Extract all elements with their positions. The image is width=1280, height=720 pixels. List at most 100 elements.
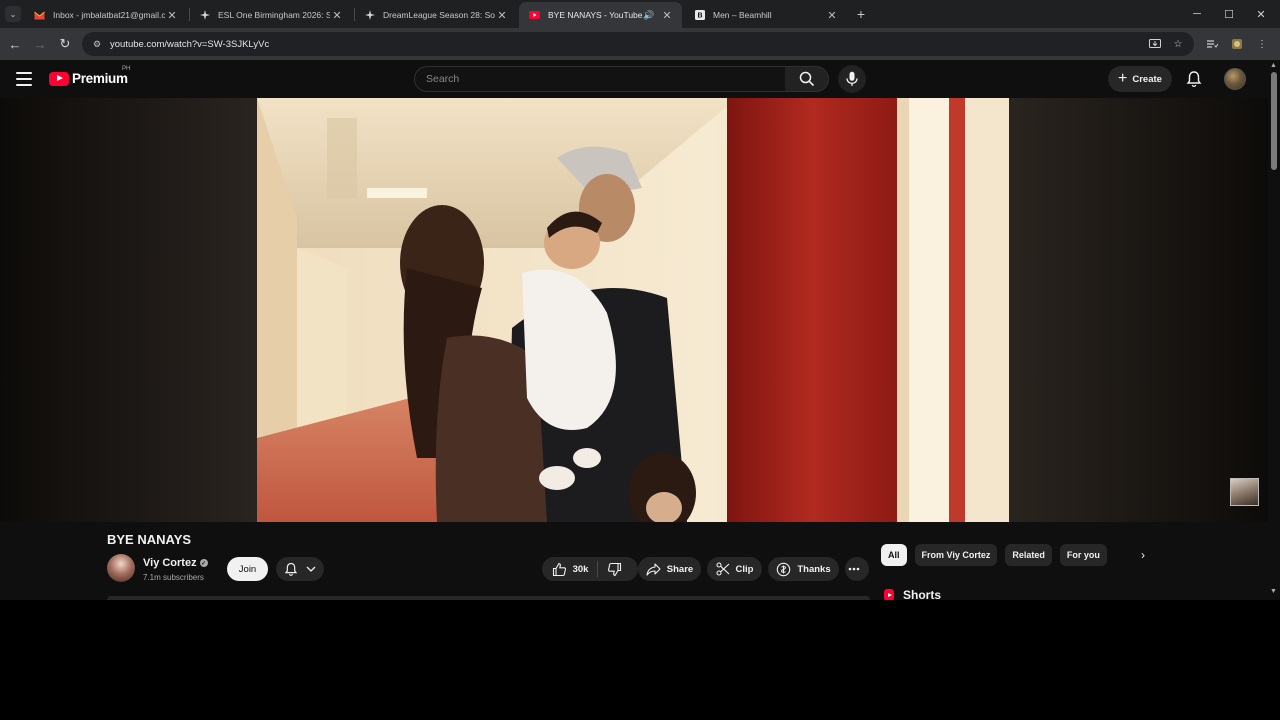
create-label: Create bbox=[1132, 73, 1162, 85]
page-scrollbar[interactable]: ▲ ▼ bbox=[1268, 60, 1280, 600]
thanks-button[interactable]: Thanks bbox=[768, 557, 839, 581]
chevron-right-icon[interactable]: › bbox=[1133, 544, 1153, 566]
like-count: 30k bbox=[572, 563, 589, 575]
search-input[interactable]: Search bbox=[414, 66, 786, 92]
reload-icon[interactable]: ↻ bbox=[55, 34, 75, 54]
chip-fade bbox=[1112, 544, 1132, 566]
watch-metadata: BYE NANAYS Viy Cortez ✓ 7.1m subscribers… bbox=[0, 522, 1268, 602]
url-text: youtube.com/watch?v=SW-3SJKLyVc bbox=[110, 38, 270, 50]
thanks-label: Thanks bbox=[797, 563, 831, 575]
new-tab-icon[interactable]: + bbox=[852, 5, 870, 23]
account-avatar[interactable] bbox=[1224, 68, 1246, 90]
share-label: Share bbox=[666, 563, 694, 575]
browser-tab-esl[interactable]: ESL One Birmingham 2026: Sou ✕ bbox=[189, 2, 352, 28]
guide-menu-icon[interactable] bbox=[16, 72, 32, 86]
browser-tab-dreamleague[interactable]: DreamLeague Season 28: South ✕ bbox=[354, 2, 517, 28]
search-placeholder: Search bbox=[426, 73, 460, 85]
create-button[interactable]: + Create bbox=[1108, 66, 1172, 92]
scissors-icon bbox=[715, 562, 729, 576]
like-button[interactable]: 30k bbox=[552, 562, 589, 577]
share-icon bbox=[646, 562, 661, 576]
video-title: BYE NANAYS bbox=[107, 532, 192, 547]
close-window-icon[interactable]: ✕ bbox=[1251, 4, 1271, 24]
chevron-down-icon bbox=[306, 566, 316, 572]
gmail-icon bbox=[34, 10, 45, 21]
youtube-icon bbox=[529, 10, 540, 21]
tab-title: BYE NANAYS - YouTube bbox=[548, 10, 642, 20]
voice-search-button[interactable] bbox=[838, 65, 866, 93]
video-frame[interactable] bbox=[257, 98, 1009, 522]
browser-tab-gmail[interactable]: Inbox - jmbalatbat21@gmail.co ✕ bbox=[24, 2, 187, 28]
close-tab-icon[interactable]: ✕ bbox=[825, 9, 839, 22]
video-still-image bbox=[257, 98, 1009, 522]
youtube-logo-icon bbox=[49, 71, 69, 86]
tab-title: Inbox - jmbalatbat21@gmail.co bbox=[53, 10, 165, 20]
share-button[interactable]: Share bbox=[638, 557, 701, 581]
browser-toolbar: ← → ↻ ⚙ youtube.com/watch?v=SW-3SJKLyVc … bbox=[0, 28, 1280, 60]
channel-watermark[interactable] bbox=[1230, 478, 1259, 506]
channel-name-link[interactable]: Viy Cortez ✓ bbox=[143, 557, 208, 569]
browser-tab-youtube[interactable]: BYE NANAYS - YouTube 🔊 ✕ bbox=[519, 2, 682, 28]
like-divider bbox=[597, 561, 599, 577]
super-thanks-icon bbox=[777, 562, 791, 576]
microphone-icon bbox=[846, 71, 858, 86]
channel-name: Viy Cortez bbox=[143, 557, 197, 569]
verified-icon: ✓ bbox=[199, 559, 208, 567]
thumbs-up-icon bbox=[552, 562, 566, 576]
minimize-icon[interactable]: ─ bbox=[1187, 4, 1207, 24]
youtube-premium-logo[interactable]: Premium PH bbox=[49, 66, 130, 86]
scrollbar-thumb[interactable] bbox=[1271, 72, 1277, 170]
chip-from-channel[interactable]: From Viy Cortez bbox=[914, 544, 998, 566]
close-tab-icon[interactable]: ✕ bbox=[495, 9, 509, 22]
ambient-glow-right bbox=[1009, 98, 1268, 522]
search-icon bbox=[799, 71, 814, 87]
more-horizontal-icon bbox=[848, 567, 860, 571]
browser-tab-beamhill[interactable]: B Men – Beamhill ✕ bbox=[684, 2, 847, 28]
thumbs-down-icon[interactable] bbox=[607, 562, 622, 577]
join-button[interactable]: Join bbox=[227, 557, 268, 581]
logo-brand-text: Premium bbox=[72, 71, 128, 86]
audio-playing-icon[interactable]: 🔊 bbox=[642, 10, 656, 21]
maximize-icon[interactable]: ☐ bbox=[1219, 4, 1239, 24]
close-tab-icon[interactable]: ✕ bbox=[165, 9, 179, 22]
clip-button[interactable]: Clip bbox=[707, 557, 762, 581]
bookmark-star-icon[interactable]: ☆ bbox=[1170, 36, 1186, 52]
close-tab-icon[interactable]: ✕ bbox=[330, 9, 344, 22]
liquipedia-icon bbox=[199, 10, 210, 21]
back-icon[interactable]: ← bbox=[5, 34, 25, 54]
scroll-up-icon[interactable]: ▲ bbox=[1270, 62, 1277, 69]
tab-search-icon[interactable]: ⌄ bbox=[5, 6, 21, 22]
related-filter-chips: All From Viy Cortez Related For you bbox=[881, 544, 1107, 566]
chip-for-you[interactable]: For you bbox=[1059, 544, 1107, 566]
screen: ⌄ Inbox - jmbalatbat21@gmail.co ✕ ESL On… bbox=[0, 0, 1280, 720]
chip-related[interactable]: Related bbox=[1005, 544, 1052, 566]
address-bar[interactable]: ⚙ youtube.com/watch?v=SW-3SJKLyVc bbox=[82, 32, 1194, 56]
browser-menu-icon[interactable]: ⋮ bbox=[1254, 36, 1270, 52]
tab-title: Men – Beamhill bbox=[713, 10, 772, 20]
close-tab-icon[interactable]: ✕ bbox=[660, 9, 674, 22]
search-button[interactable] bbox=[785, 66, 829, 92]
extension-icon[interactable] bbox=[1204, 36, 1220, 52]
chip-all[interactable]: All bbox=[881, 544, 907, 566]
like-dislike-group: 30k bbox=[542, 557, 638, 581]
logo-region-code: PH bbox=[122, 66, 131, 72]
more-actions-button[interactable] bbox=[845, 557, 869, 581]
scroll-down-icon[interactable]: ▼ bbox=[1270, 588, 1277, 595]
notifications-bell-icon[interactable] bbox=[1184, 69, 1204, 89]
video-player[interactable] bbox=[0, 98, 1268, 522]
install-app-icon[interactable] bbox=[1147, 36, 1163, 52]
profile-extension-icon[interactable] bbox=[1229, 36, 1245, 52]
beamhill-icon: B bbox=[694, 10, 705, 21]
tab-title: ESL One Birmingham 2026: Sou bbox=[218, 10, 330, 20]
subscriber-count: 7.1m subscribers bbox=[143, 573, 204, 582]
channel-avatar[interactable] bbox=[107, 554, 135, 582]
browser-tab-strip: ⌄ Inbox - jmbalatbat21@gmail.co ✕ ESL On… bbox=[0, 0, 1280, 28]
site-info-icon[interactable]: ⚙ bbox=[90, 39, 104, 50]
tab-title: DreamLeague Season 28: South bbox=[383, 10, 495, 20]
clip-label: Clip bbox=[735, 563, 754, 575]
subscription-notification-button[interactable] bbox=[276, 557, 324, 581]
youtube-masthead: Premium PH Search + Create bbox=[0, 60, 1268, 98]
forward-icon[interactable]: → bbox=[30, 34, 50, 54]
liquipedia-icon bbox=[364, 10, 375, 21]
svg-text:B: B bbox=[697, 13, 702, 20]
